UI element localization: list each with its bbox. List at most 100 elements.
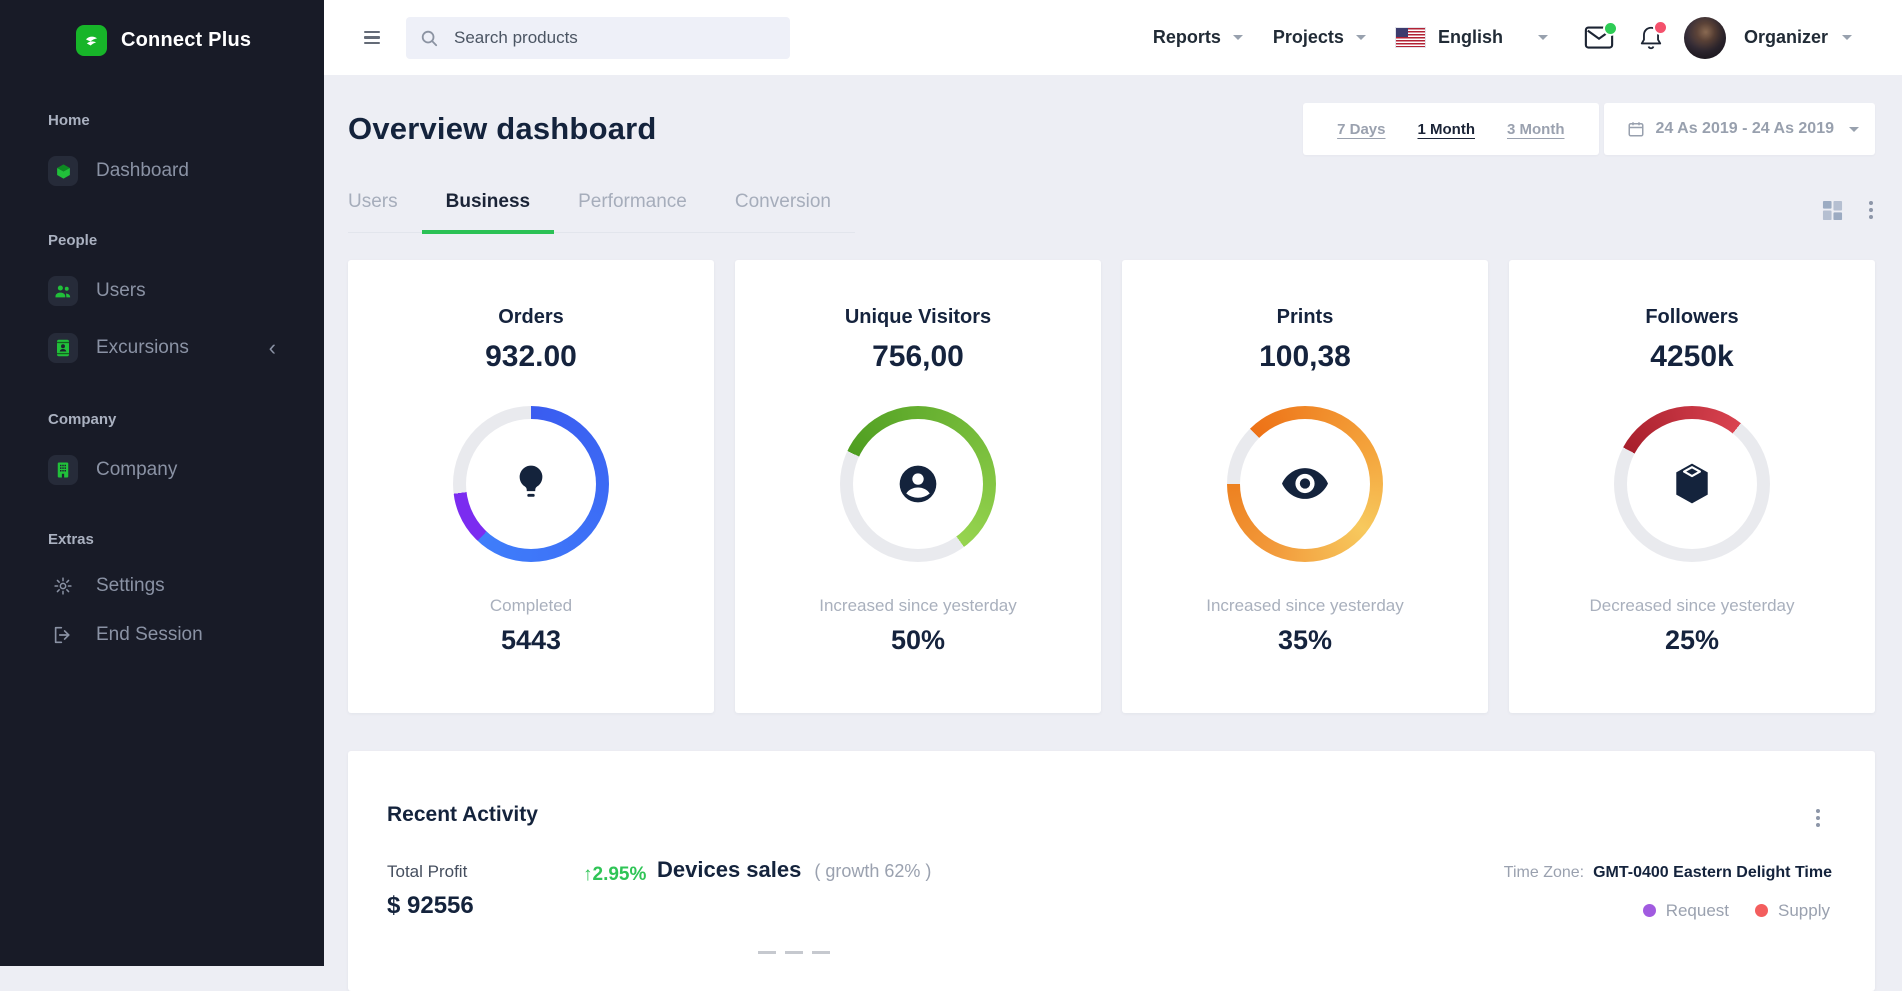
sidebar-item-dashboard[interactable]: Dashboard (0, 156, 324, 186)
sidebar-item-excursions[interactable]: Excursions ‹ (0, 333, 324, 363)
card-caption: Increased since yesterday (1206, 596, 1404, 616)
chevron-down-icon (1849, 127, 1859, 132)
sidebar-section-home: Home (0, 112, 324, 129)
eye-icon (1281, 468, 1329, 499)
messages-button[interactable] (1584, 25, 1614, 50)
card-value: 100,38 (1259, 340, 1351, 374)
card-sub-value: 5443 (501, 625, 561, 656)
search-icon (420, 29, 438, 47)
recent-activity-title: Recent Activity (387, 803, 538, 827)
user-menu[interactable]: Organizer (1744, 27, 1852, 48)
dashboard-cube-icon (48, 156, 78, 186)
range-tab-1-month[interactable]: 1 Month (1418, 121, 1476, 138)
main-area: Reports Projects English (324, 0, 1902, 966)
user-role-label: Organizer (1744, 27, 1828, 48)
card-sub-value: 50% (891, 625, 945, 656)
calendar-icon (1627, 120, 1645, 138)
progress-ring (1227, 406, 1383, 562)
grid-view-icon[interactable] (1822, 200, 1843, 221)
language-label: English (1438, 27, 1503, 48)
kebab-menu-icon[interactable] (1814, 807, 1822, 829)
id-badge-icon (48, 333, 78, 363)
avatar[interactable] (1684, 17, 1726, 59)
card-value: 4250k (1650, 340, 1733, 374)
sidebar-item-label: Users (96, 280, 146, 302)
progress-ring (1614, 406, 1770, 562)
card-caption: Increased since yesterday (819, 596, 1017, 616)
legend-item-supply[interactable]: Supply (1755, 901, 1830, 921)
tab-conversion[interactable]: Conversion (711, 191, 855, 234)
chart-legend: Request Supply (1643, 901, 1830, 921)
page-header: Overview dashboard 7 Days 1 Month 3 Mont… (348, 103, 1875, 155)
timezone-row: Time Zone: GMT-0400 Eastern Delight Time (1504, 864, 1832, 882)
search-input[interactable] (452, 27, 776, 49)
content: Overview dashboard 7 Days 1 Month 3 Mont… (324, 75, 1902, 991)
hamburger-menu-icon[interactable] (360, 27, 384, 48)
brand-logo[interactable]: Connect Plus (0, 0, 324, 56)
stat-card-orders: Orders 932.00 Completed 5443 (348, 260, 714, 713)
tab-users[interactable]: Users (348, 191, 422, 234)
unread-messages-badge (1603, 21, 1618, 36)
building-icon (48, 455, 78, 485)
sidebar-item-company[interactable]: Company (0, 455, 324, 485)
stat-card-followers: Followers 4250k Decreased since yesterda… (1509, 260, 1875, 713)
stat-card-prints: Prints 100,38 Increased since yesterday … (1122, 260, 1488, 713)
brand-name: Connect Plus (121, 29, 251, 52)
legend-dot (1643, 904, 1656, 917)
users-icon (48, 276, 78, 306)
legend-label: Supply (1778, 901, 1830, 921)
notifications-button[interactable] (1638, 24, 1664, 51)
card-title: Unique Visitors (845, 306, 991, 329)
sidebar-item-settings[interactable]: Settings (0, 575, 324, 597)
sidebar-item-label: End Session (96, 624, 203, 646)
kebab-menu-icon[interactable] (1867, 199, 1875, 221)
projects-label: Projects (1273, 27, 1344, 48)
sidebar-item-label: Company (96, 459, 177, 481)
topbar: Reports Projects English (324, 0, 1902, 75)
tab-business[interactable]: Business (422, 191, 554, 234)
timezone-value: GMT-0400 Eastern Delight Time (1593, 864, 1832, 882)
card-caption: Completed (490, 596, 572, 616)
progress-ring (840, 406, 996, 562)
sidebar-item-label: Settings (96, 575, 165, 597)
view-options (1822, 199, 1875, 221)
date-range-panel: 7 Days 1 Month 3 Month 24 As 2019 - 24 A… (1303, 103, 1875, 155)
sidebar-section-extras: Extras (0, 531, 324, 548)
range-tabs: 7 Days 1 Month 3 Month (1303, 103, 1598, 155)
delta-value: 2.95% (593, 864, 647, 885)
stat-cards: Orders 932.00 Completed 5443 Unique Visi… (348, 260, 1875, 713)
range-tab-3-month[interactable]: 3 Month (1507, 121, 1565, 138)
sidebar-section-people: People (0, 232, 324, 249)
tab-performance[interactable]: Performance (554, 191, 711, 234)
chart-title: Devices sales (657, 857, 801, 883)
progress-ring (453, 406, 609, 562)
language-selector[interactable]: English (1396, 27, 1548, 48)
range-tab-7-days[interactable]: 7 Days (1337, 121, 1385, 138)
sidebar-item-end-session[interactable]: End Session (0, 624, 324, 646)
cube-icon (1672, 462, 1712, 505)
us-flag-icon (1396, 28, 1425, 47)
projects-menu[interactable]: Projects (1273, 27, 1366, 48)
sidebar-item-users[interactable]: Users (0, 276, 324, 306)
arrow-up-icon: ↑ (583, 864, 593, 885)
card-value: 932.00 (485, 340, 577, 374)
tabs-row: Users Business Performance Conversion (348, 191, 1875, 233)
topbar-right: Reports Projects English (1153, 17, 1902, 59)
chevron-down-icon (1538, 35, 1548, 40)
dashboard-tabs: Users Business Performance Conversion (348, 191, 855, 233)
gear-icon (48, 576, 78, 596)
app-root: Connect Plus Home Dashboard People Users… (0, 0, 1902, 966)
legend-item-request[interactable]: Request (1643, 901, 1729, 921)
logout-icon (48, 626, 78, 644)
profit-delta: ↑2.95% (583, 864, 646, 886)
chart-subtitle: ( growth 62% ) (814, 861, 931, 882)
reports-label: Reports (1153, 27, 1221, 48)
card-sub-value: 35% (1278, 625, 1332, 656)
reports-menu[interactable]: Reports (1153, 27, 1243, 48)
date-range-picker[interactable]: 24 As 2019 - 24 As 2019 (1604, 103, 1876, 155)
person-circle-icon (896, 462, 940, 506)
card-title: Prints (1277, 306, 1334, 329)
chevron-left-icon[interactable]: ‹ (269, 341, 276, 355)
legend-label: Request (1666, 901, 1729, 921)
sidebar-item-label: Dashboard (96, 160, 189, 182)
